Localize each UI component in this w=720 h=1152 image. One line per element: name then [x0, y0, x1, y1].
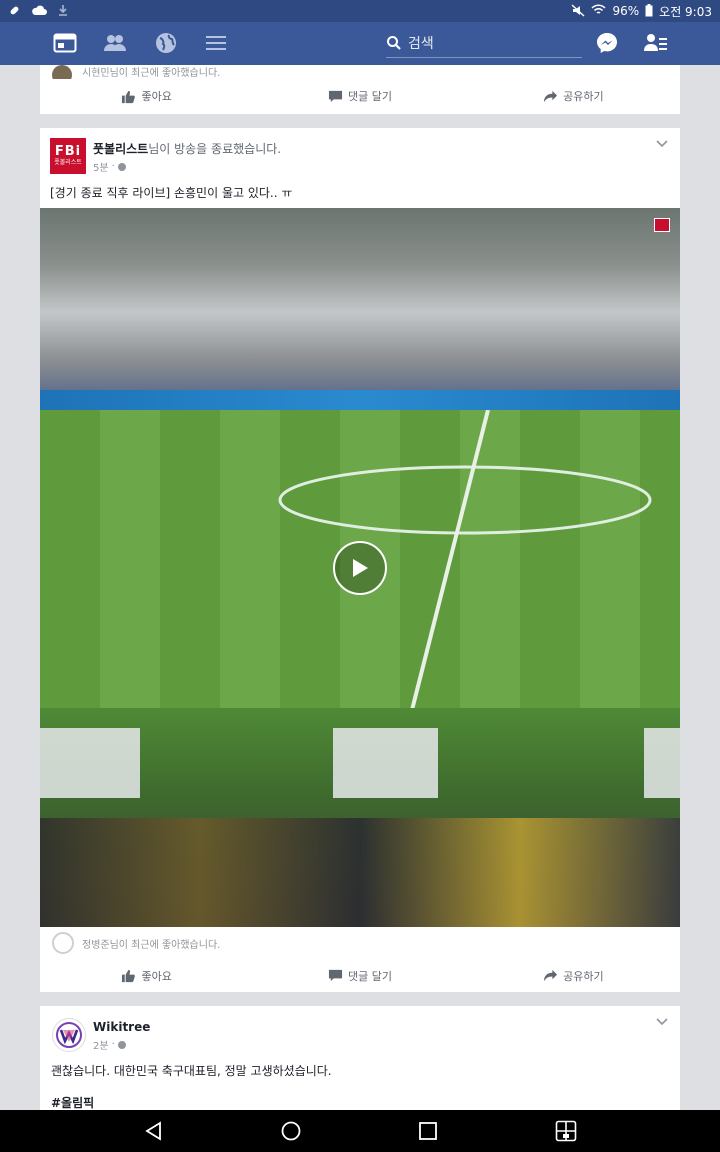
page-avatar[interactable] — [52, 1018, 86, 1052]
post-title-rest: 님이 방송을 종료했습니다. — [148, 142, 282, 156]
comment-label: 댓글 달기 — [348, 969, 392, 983]
chevron-down-icon[interactable] — [656, 140, 668, 148]
cloud-icon — [31, 4, 47, 18]
menu-icon[interactable] — [203, 31, 229, 55]
notifications-globe-icon[interactable] — [153, 31, 179, 55]
feed-post-previous: 시현민님이 최근에 좋아했습니다. 좋아요 댓글 달기 공유하기 — [40, 65, 680, 114]
search-input[interactable] — [408, 35, 568, 52]
mute-icon — [571, 3, 585, 19]
like-button[interactable]: 좋아요 — [40, 88, 253, 104]
profile-menu-icon[interactable] — [643, 31, 669, 55]
news-feed-icon[interactable] — [52, 31, 78, 55]
avatar — [52, 65, 72, 79]
top-nav-bar — [0, 22, 720, 65]
video-watermark-logo — [654, 218, 670, 232]
recent-apps-button[interactable] — [416, 1120, 440, 1142]
social-context-row: 시현민님이 최근에 좋아했습니다. — [40, 65, 680, 79]
post-meta: 5분 · — [93, 159, 126, 174]
page-name-link[interactable]: 풋볼리스트 — [93, 142, 148, 156]
thumbs-up-icon — [122, 969, 136, 983]
comment-label: 댓글 달기 — [348, 90, 392, 103]
back-button[interactable] — [142, 1120, 166, 1142]
share-label: 공유하기 — [563, 90, 604, 103]
like-label: 좋아요 — [141, 90, 172, 103]
chevron-down-icon[interactable] — [656, 1018, 668, 1026]
battery-level: 96% — [612, 4, 640, 18]
thumbs-up-icon — [122, 90, 136, 103]
home-circle-icon — [281, 1121, 301, 1141]
clock: 오전 9:03 — [659, 4, 712, 19]
share-icon — [544, 90, 558, 102]
post-title: 풋볼리스트님이 방송을 종료했습니다. — [93, 140, 281, 157]
pill-icon — [8, 4, 21, 19]
post-action-bar: 좋아요 댓글 달기 공유하기 — [40, 959, 680, 992]
post-timestamp[interactable]: 5분 — [93, 159, 109, 174]
recent-apps-icon — [419, 1122, 437, 1140]
comment-icon — [328, 969, 343, 982]
wikitree-logo-icon — [56, 1022, 82, 1048]
video-bench-left — [40, 728, 140, 798]
privacy-globe-icon — [117, 1040, 126, 1049]
comment-button[interactable]: 댓글 달기 — [253, 88, 466, 104]
video-player[interactable] — [40, 208, 680, 927]
share-icon — [544, 969, 558, 982]
meta-separator: · — [111, 1039, 115, 1050]
post-timestamp[interactable]: 2분 — [93, 1037, 109, 1052]
like-button[interactable]: 좋아요 — [40, 968, 253, 984]
play-icon — [353, 559, 368, 577]
status-bar: 96% 오전 9:03 — [0, 0, 720, 22]
meta-separator: · — [111, 161, 115, 172]
friend-requests-icon[interactable] — [102, 31, 128, 55]
video-crowd — [40, 818, 680, 927]
comment-button[interactable]: 댓글 달기 — [253, 968, 466, 984]
wifi-icon — [591, 4, 607, 18]
post-text: 괜찮습니다. 대한민국 축구대표팀, 정말 고생하셨습니다. — [51, 1064, 332, 1078]
feed-post-live-video: FBi 풋볼리스트 풋볼리스트님이 방송을 종료했습니다. 5분 · [경기 종… — [40, 128, 680, 992]
avatar-logo-subtext: 풋볼리스트 — [54, 159, 82, 166]
system-navigation-bar — [0, 1110, 720, 1152]
avatar-logo-text: FBi — [54, 144, 82, 159]
play-button[interactable] — [333, 541, 387, 595]
battery-icon — [645, 3, 653, 19]
search-bar[interactable] — [386, 30, 582, 58]
like-label: 좋아요 — [141, 969, 172, 983]
post-header: FBi 풋볼리스트 풋볼리스트님이 방송을 종료했습니다. 5분 · — [40, 128, 680, 176]
share-button[interactable]: 공유하기 — [467, 968, 680, 984]
split-screen-icon — [555, 1120, 577, 1142]
video-bench-center — [333, 728, 438, 798]
video-bench-right — [644, 728, 680, 798]
avatar — [52, 932, 74, 954]
social-context-text: 정병준님이 최근에 좋아했습니다. — [82, 939, 221, 951]
video-stands — [40, 208, 680, 398]
messenger-icon[interactable] — [594, 31, 620, 55]
search-icon — [386, 35, 404, 53]
comment-icon — [328, 90, 343, 102]
page-avatar[interactable]: FBi 풋볼리스트 — [50, 138, 86, 174]
post-meta: 2분 · — [93, 1037, 126, 1052]
video-ad-board — [40, 390, 680, 410]
split-screen-button[interactable] — [554, 1120, 578, 1142]
page-name-link[interactable]: Wikitree — [93, 1020, 150, 1034]
download-icon — [57, 4, 69, 19]
social-context-text: 시현민님이 최근에 좋아했습니다. — [82, 68, 221, 79]
post-text: [경기 종료 직후 라이브] 손흥민이 울고 있다.. ㅠ — [50, 186, 293, 200]
privacy-globe-icon — [117, 162, 126, 171]
post-action-bar: 좋아요 댓글 달기 공유하기 — [40, 79, 680, 113]
back-triangle-icon — [145, 1121, 161, 1141]
feed-post-wikitree: Wikitree 2분 · 괜찮습니다. 대한민국 축구대표팀, 정말 고생하셨… — [40, 1006, 680, 1110]
share-button[interactable]: 공유하기 — [467, 88, 680, 104]
social-context-row: 정병준님이 최근에 좋아했습니다. — [40, 927, 680, 959]
hashtag-link[interactable]: #올림픽 — [51, 1094, 94, 1111]
home-button[interactable] — [279, 1120, 303, 1142]
share-label: 공유하기 — [563, 969, 604, 983]
